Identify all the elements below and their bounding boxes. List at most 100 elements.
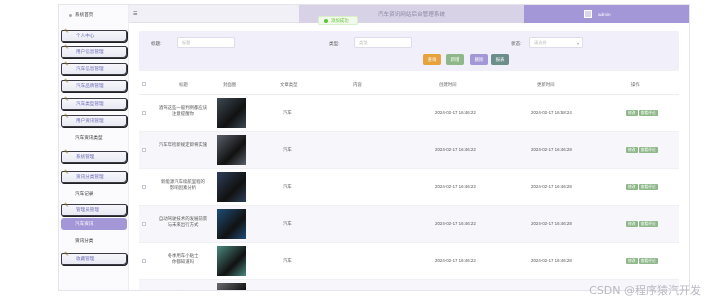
table-row: 冬季用车小贴士 你都知道吗 汽车 2024-02-17 16:46:22 2024-02… xyxy=(139,243,679,280)
view-comments-button[interactable]: 查看评论 xyxy=(638,147,658,153)
row-updated: 2024-02-17 16:46:28 xyxy=(531,147,572,152)
header-actions: 操作 xyxy=(631,82,640,87)
row-title[interactable]: 汽车保养常识大全 xyxy=(155,290,211,291)
folder-icon: ✎ xyxy=(64,44,70,51)
row-actions: 修改 查看评论 xyxy=(626,258,658,264)
header-title[interactable]: 标题 xyxy=(179,82,188,88)
status-select[interactable]: 请选择 ▾ xyxy=(529,37,583,48)
folder-icon: ✎ xyxy=(64,149,70,156)
row-checkbox[interactable] xyxy=(142,259,146,263)
sidebar-item-label: 汽车品牌管理 xyxy=(76,83,104,88)
sidebar-item-label: 汽车资讯 xyxy=(75,221,94,226)
row-type: 汽车 xyxy=(283,147,292,152)
view-comments-button[interactable]: 查看评论 xyxy=(638,184,658,190)
row-title[interactable]: 酒驾这些一般判例都应该 注意提醒你 xyxy=(155,105,211,117)
row-actions: 修改 查看评论 xyxy=(626,221,658,227)
sidebar-item-1[interactable]: ✎ 用户信息管理 xyxy=(61,44,127,58)
row-created: 2024-02-17 16:46:22 xyxy=(435,258,476,263)
edit-button[interactable]: 修改 xyxy=(626,221,638,227)
view-comments-button[interactable]: 查看评论 xyxy=(638,110,658,116)
edit-button[interactable]: 修改 xyxy=(626,258,638,264)
menu-icon[interactable]: ☰ xyxy=(133,11,137,17)
sidebar-item-2[interactable]: ✎ 汽车信息管理 xyxy=(61,61,127,75)
sidebar-item-6[interactable]: 汽车资讯类型 xyxy=(61,132,127,144)
title-input[interactable]: 标题 xyxy=(177,37,235,48)
cover-image xyxy=(217,246,246,276)
sidebar-item-8[interactable]: ✎ 资讯分类管理 xyxy=(61,169,127,183)
title-label: 标题: xyxy=(151,41,162,46)
header-cover: 封面图 xyxy=(223,82,237,87)
sidebar: 系统首页 ✎ 个人中心 ✎ 用户信息管理 ✎ 汽车信息管理 ✎ 汽车品牌管理 ✎ 汽车类型管理 ✎ 用… xyxy=(59,5,129,290)
row-title[interactable]: 汽车年检新规定即将实施 xyxy=(155,142,211,148)
sidebar-item-11[interactable]: 汽车资讯 xyxy=(61,218,127,230)
sidebar-item-0[interactable]: ✎ 个人中心 xyxy=(61,28,127,42)
status-select-value: 请选择 xyxy=(534,39,547,45)
row-title[interactable]: 冬季用车小贴士 你都知道吗 xyxy=(155,253,211,265)
folder-icon: ✎ xyxy=(64,202,70,209)
header-content: 内容 xyxy=(353,82,362,87)
sidebar-item-13[interactable]: ✎ 收藏管理 xyxy=(61,251,127,265)
folder-icon: ✎ xyxy=(64,251,70,258)
toolbar-button-0[interactable]: 查询 xyxy=(423,54,441,65)
row-created: 2024-02-17 16:46:22 xyxy=(435,184,476,189)
sidebar-item-3[interactable]: ✎ 汽车品牌管理 xyxy=(61,78,127,92)
cover-image xyxy=(217,283,246,290)
sidebar-item-7[interactable]: ✎ 系统管理 xyxy=(61,149,127,163)
table-row: 酒驾这些一般判例都应该 注意提醒你 汽车 2024-02-17 16:46:22 202… xyxy=(139,95,679,132)
sidebar-item-label: 资讯分类 xyxy=(75,238,94,243)
sidebar-item-12[interactable]: 资讯分类 xyxy=(61,235,127,247)
row-title[interactable]: 自动驾驶技术的发展前景 与未来出行方式 xyxy=(155,216,211,228)
row-created: 2024-02-17 16:46:22 xyxy=(435,110,476,115)
header-type[interactable]: 文章类型 xyxy=(280,82,298,88)
row-checkbox[interactable] xyxy=(142,148,146,152)
header-updated[interactable]: 更新时间 xyxy=(537,82,555,88)
edit-button[interactable]: 修改 xyxy=(626,184,638,190)
row-type: 汽车 xyxy=(283,110,292,115)
sidebar-item-label: 汽车资讯类型 xyxy=(75,135,103,140)
row-created: 2024-02-17 16:46:22 xyxy=(435,147,476,152)
sidebar-item-label: 系统管理 xyxy=(76,154,95,159)
type-input[interactable]: 类型 xyxy=(354,37,412,48)
row-checkbox[interactable] xyxy=(142,222,146,226)
sidebar-item-label: 汽车类型管理 xyxy=(76,101,104,106)
sidebar-item-9[interactable]: 汽车记录 xyxy=(61,188,127,200)
header-created[interactable]: 创建时间 xyxy=(439,82,457,88)
user-menu[interactable]: admin xyxy=(524,5,689,23)
folder-icon: ✎ xyxy=(64,113,70,120)
chevron-down-icon: ▾ xyxy=(576,41,579,46)
view-comments-button[interactable]: 查看评论 xyxy=(638,258,658,264)
row-type: 汽车 xyxy=(283,184,292,189)
edit-button[interactable]: 修改 xyxy=(626,147,638,153)
home-icon xyxy=(69,13,72,17)
view-comments-button[interactable]: 查看评论 xyxy=(638,221,658,227)
row-checkbox[interactable] xyxy=(142,185,146,189)
user-label: admin xyxy=(598,11,611,17)
toolbar-button-2[interactable]: 删除 xyxy=(470,54,488,65)
table-header: 标题 封面图 文章类型 内容 创建时间 更新时间 操作 xyxy=(139,74,679,95)
top-bar: ☰ 汽车资讯网站后台管理系统 admin xyxy=(129,5,689,23)
sidebar-item-label: 资讯分类管理 xyxy=(76,174,104,179)
type-label: 类型: xyxy=(329,41,340,46)
edit-button[interactable]: 修改 xyxy=(626,110,638,116)
toast-text: 添加成功 xyxy=(331,17,349,23)
row-updated: 2024-02-17 16:58:24 xyxy=(531,110,572,115)
toolbar-button-1[interactable]: 新增 xyxy=(446,54,464,65)
cover-image xyxy=(217,98,246,128)
sidebar-item-4[interactable]: ✎ 汽车类型管理 xyxy=(61,96,127,110)
cover-image xyxy=(217,172,246,202)
select-all-checkbox[interactable] xyxy=(142,82,146,86)
sidebar-home[interactable]: 系统首页 xyxy=(69,12,93,18)
sidebar-item-5[interactable]: ✎ 用户资讯管理 xyxy=(61,113,127,127)
success-toast: 添加成功 xyxy=(318,16,358,25)
avatar xyxy=(584,10,592,18)
sidebar-item-10[interactable]: ✎ 管理员管理 xyxy=(61,202,127,216)
sidebar-item-label: 管理员管理 xyxy=(76,207,99,212)
row-created: 2024-02-17 16:46:22 xyxy=(435,221,476,226)
toolbar-button-3[interactable]: 报表 xyxy=(491,54,509,65)
row-updated: 2024-02-17 16:46:28 xyxy=(531,258,572,263)
status-label: 状态: xyxy=(511,41,522,46)
row-title[interactable]: 新能源汽车续航里程的 影响因素分析 xyxy=(155,179,211,191)
row-checkbox[interactable] xyxy=(142,111,146,115)
folder-icon: ✎ xyxy=(64,61,70,68)
folder-icon: ✎ xyxy=(64,28,70,35)
